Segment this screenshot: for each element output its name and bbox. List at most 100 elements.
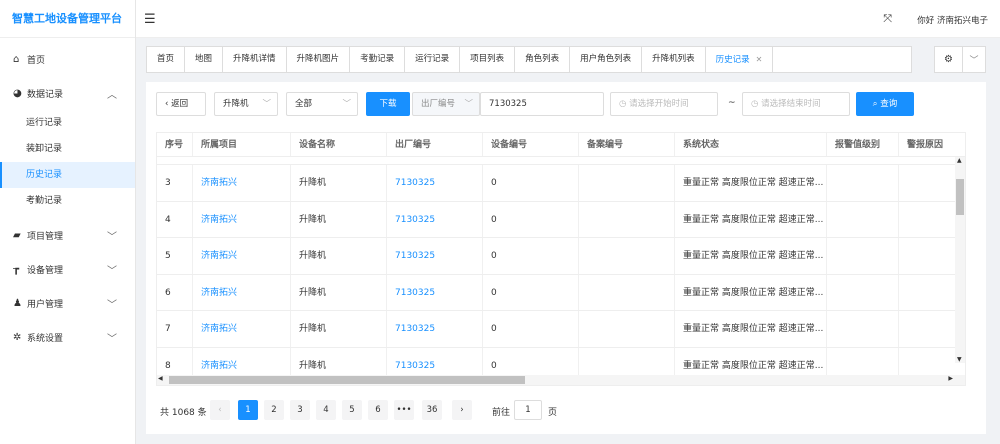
chevron-down-icon: ﹀ (464, 99, 473, 109)
table-row[interactable]: 5 济南拓兴 升降机 7130325 0 重量正常 高度限位正常 超速正常... (157, 238, 965, 275)
cell-device-number: 0 (483, 238, 579, 274)
menu-toggle-icon[interactable]: ☰ (144, 12, 156, 27)
submenu-history-records[interactable]: 历史记录 (0, 162, 135, 188)
tab-role-list[interactable]: 角色列表 (515, 47, 571, 72)
page-5[interactable]: 5 (342, 400, 362, 420)
page-1[interactable]: 1 (238, 400, 258, 420)
goto-page-input[interactable]: 1 (514, 400, 542, 420)
cell-factory-number[interactable]: 7130325 (387, 165, 483, 201)
page-3[interactable]: 3 (290, 400, 310, 420)
page-2[interactable]: 2 (264, 400, 284, 420)
download-button[interactable]: 下载 (366, 92, 410, 116)
cell-project[interactable]: 济南拓兴 (193, 311, 291, 347)
cell-alarm-reason (899, 165, 957, 201)
col-alarm-level: 报警值级别 (827, 133, 899, 156)
page-4[interactable]: 4 (316, 400, 336, 420)
cell-device-number: 0 (483, 274, 579, 310)
chevron-down-icon: ﹀ (107, 333, 117, 345)
tab-lift-list[interactable]: 升降机列表 (642, 47, 706, 72)
horizontal-scroll-thumb[interactable] (169, 376, 525, 384)
col-factory-number: 出厂编号 (387, 133, 483, 156)
start-time-input[interactable]: ◷ 请选择开始时间 (610, 92, 718, 116)
table-row[interactable]: 6 济南拓兴 升降机 7130325 0 重量正常 高度限位正常 超速正常... (157, 274, 965, 311)
cell-device-name: 升降机 (291, 274, 387, 310)
menu-system[interactable]: ✲ 系统设置 ﹀ (0, 320, 135, 354)
search-button[interactable]: ⌕ 查询 (856, 92, 914, 116)
scroll-left-icon[interactable]: ◀ (158, 375, 163, 382)
col-system-status: 系统状态 (675, 133, 827, 156)
back-button[interactable]: ‹ 返回 (156, 92, 206, 116)
user-key-icon: ♟ (13, 297, 22, 309)
field-value: 出厂编号 (421, 99, 456, 109)
vertical-scrollbar[interactable]: ▲ ▼ (955, 157, 965, 363)
table-row[interactable]: 7 济南拓兴 升降机 7130325 0 重量正常 高度限位正常 超速正常... (157, 311, 965, 348)
prev-page-button[interactable]: ‹ (210, 400, 230, 420)
tab-map[interactable]: 地图 (185, 47, 224, 72)
submenu-attendance-records[interactable]: 考勤记录 (0, 188, 135, 214)
scroll-right-icon[interactable]: ▶ (948, 375, 953, 382)
scroll-down-icon[interactable]: ▼ (957, 356, 962, 363)
cell-alarm-reason (899, 275, 957, 311)
menu-user[interactable]: ♟ 用户管理 ﹀ (0, 286, 135, 320)
cell-factory-number[interactable]: 7130325 (387, 238, 483, 274)
page-6[interactable]: 6 (368, 400, 388, 420)
tab-project-list[interactable]: 项目列表 (460, 47, 516, 72)
cell-filing-number (579, 201, 675, 237)
menu-user-label: 用户管理 (27, 299, 64, 310)
search-button-label: 查询 (880, 99, 898, 109)
cell-project[interactable]: 济南拓兴 (193, 165, 291, 201)
fullscreen-icon[interactable]: ⤧ (883, 12, 892, 26)
page-36[interactable]: 36 (422, 400, 442, 420)
field-select[interactable]: 出厂编号 ﹀ (412, 92, 480, 116)
user-greeting[interactable]: 你好 济南拓兴电子 (917, 14, 988, 26)
device-type-select[interactable]: 升降机 ﹀ (214, 92, 278, 116)
scroll-up-icon[interactable]: ▲ (957, 157, 962, 164)
submenu-run-records[interactable]: 运行记录 (0, 110, 135, 136)
chevron-down-icon[interactable]: ﹀ (963, 53, 985, 66)
horizontal-scrollbar[interactable]: ◀ ▶ (157, 375, 965, 385)
tab-lift-detail[interactable]: 升降机详情 (223, 47, 287, 72)
cell-factory-number[interactable]: 7130325 (387, 274, 483, 310)
factory-number-input[interactable]: 7130325 (480, 92, 604, 116)
tab-history-records[interactable]: 历史记录 ✕ (705, 47, 774, 72)
tab-settings-icon[interactable]: ⚙ (935, 47, 963, 72)
close-icon[interactable]: ✕ (756, 55, 763, 64)
cell-filing-number (579, 274, 675, 310)
date-range-separator: ~ (728, 98, 736, 108)
chevron-down-icon: ﹀ (107, 265, 117, 277)
cell-alarm-level (827, 238, 899, 274)
tab-home[interactable]: 首页 (147, 47, 186, 72)
cell-system-status: 重量正常 高度限位正常 超速正常... (675, 201, 827, 237)
table-body: 3 济南拓兴 升降机 7130325 0 重量正常 高度限位正常 超速正常... 4 济南拓兴… (157, 165, 965, 384)
vertical-scroll-thumb[interactable] (956, 179, 964, 215)
next-page-button[interactable]: › (452, 400, 472, 420)
cell-system-status: 重量正常 高度限位正常 超速正常... (675, 311, 827, 347)
tab-attendance[interactable]: 考勤记录 (350, 47, 406, 72)
menu-home[interactable]: ⌂ 首页 (0, 42, 135, 76)
cell-project[interactable]: 济南拓兴 (193, 201, 291, 237)
tab-run-records[interactable]: 运行记录 (405, 47, 461, 72)
tab-lift-images[interactable]: 升降机图片 (287, 47, 351, 72)
col-project: 所属项目 (193, 133, 291, 156)
end-time-input[interactable]: ◷ 请选择结束时间 (742, 92, 850, 116)
menu-device[interactable]: ┲ 设备管理 ﹀ (0, 252, 135, 286)
menu-data-records[interactable]: ◕ 数据记录 ︿ (0, 76, 135, 110)
table-row[interactable]: 4 济南拓兴 升降机 7130325 0 重量正常 高度限位正常 超速正常... (157, 201, 965, 238)
table-row[interactable]: 3 济南拓兴 升降机 7130325 0 重量正常 高度限位正常 超速正常... (157, 165, 965, 202)
cell-index: 7 (157, 311, 193, 347)
cell-project[interactable]: 济南拓兴 (193, 238, 291, 274)
cell-alarm-reason (899, 311, 957, 347)
submenu-load-records[interactable]: 装卸记录 (0, 136, 135, 162)
cell-factory-number[interactable]: 7130325 (387, 311, 483, 347)
menu-project[interactable]: ▰ 项目管理 ﹀ (0, 218, 135, 252)
cell-system-status: 重量正常 高度限位正常 超速正常... (675, 238, 827, 274)
tab-user-role-list[interactable]: 用户角色列表 (570, 47, 643, 72)
page-more[interactable]: ••• (394, 400, 414, 420)
cell-index: 6 (157, 274, 193, 310)
crane-icon: ┲ (13, 263, 20, 275)
scope-select[interactable]: 全部 ﹀ (286, 92, 358, 116)
cell-system-status: 重量正常 高度限位正常 超速正常... (675, 274, 827, 310)
cell-project[interactable]: 济南拓兴 (193, 274, 291, 310)
cell-factory-number[interactable]: 7130325 (387, 201, 483, 237)
search-icon: ⌕ (872, 99, 878, 109)
